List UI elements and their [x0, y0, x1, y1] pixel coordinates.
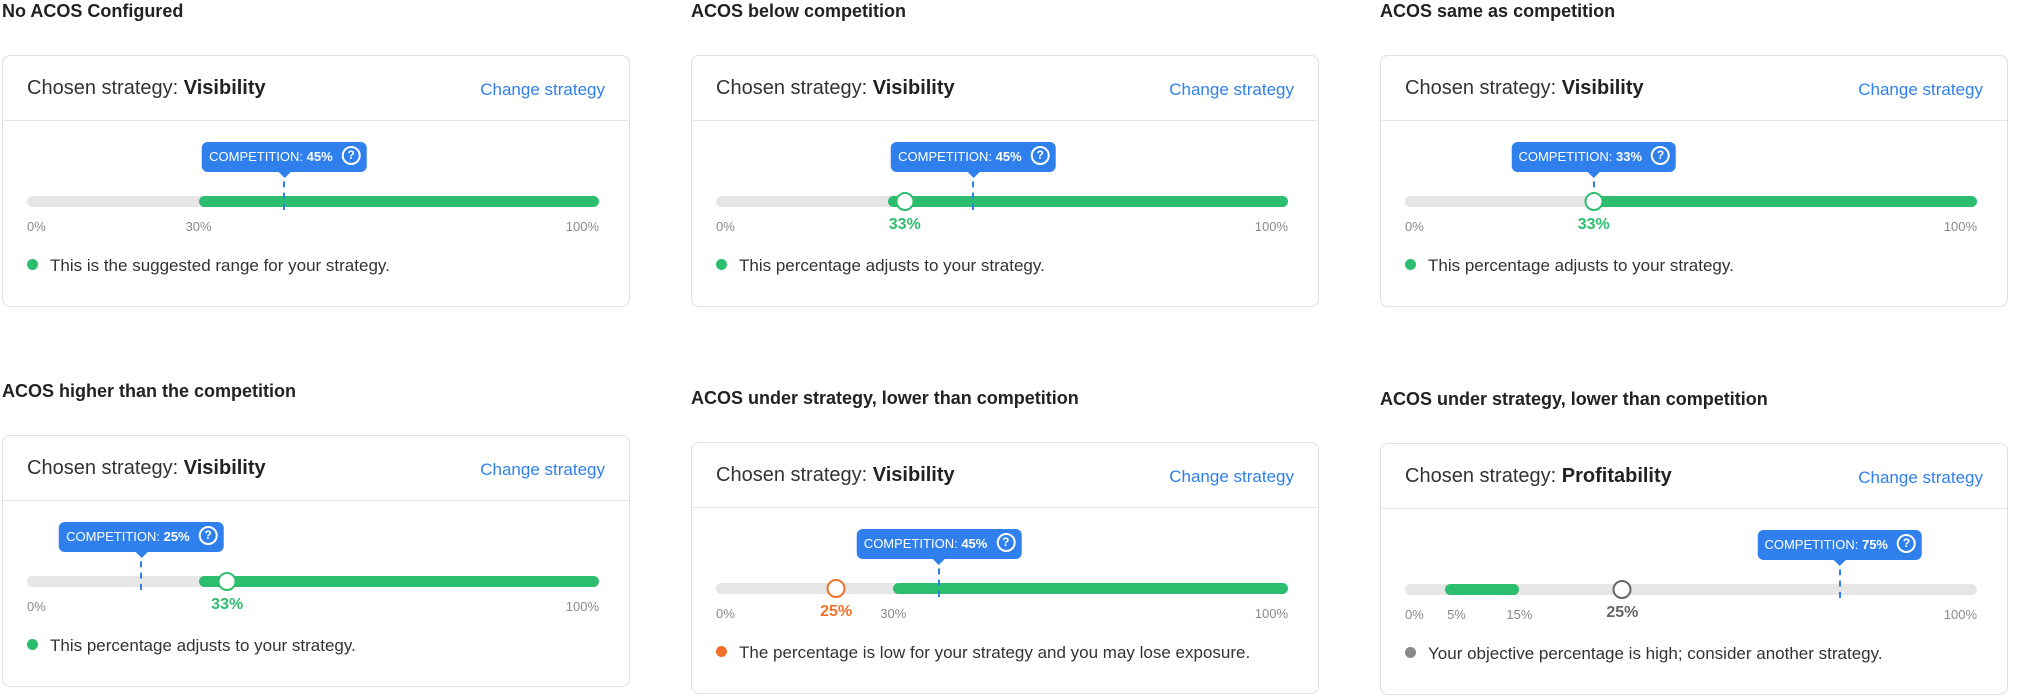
competition-value: 45%	[961, 536, 988, 551]
status-dot-icon	[1405, 259, 1416, 270]
suggested-range	[893, 583, 1288, 594]
acos-slider-handle[interactable]	[1612, 580, 1632, 599]
help-icon[interactable]: ?	[996, 533, 1016, 552]
competition-tooltip: COMPETITION: 45%?	[856, 529, 1022, 565]
competition-label: COMPETITION:	[863, 536, 958, 551]
status-message: This percentage adjusts to your strategy…	[716, 256, 1045, 276]
tick-label: 15%	[1506, 607, 1533, 622]
competition-tooltip: COMPETITION: 45%?	[891, 142, 1056, 178]
section-title: ACOS same as competition	[1380, 1, 1616, 21]
competition-tooltip: COMPETITION: 45%?	[202, 142, 367, 178]
strategy-card: Chosen strategy: Visibility Change strate…	[691, 442, 1319, 694]
status-message-text: This is the suggested range for your str…	[50, 256, 390, 275]
competition-label: COMPETITION:	[1518, 149, 1613, 164]
section-title: No ACOS Configured	[2, 1, 184, 21]
suggested-range	[1588, 196, 1977, 207]
acos-value: 33%	[1577, 216, 1610, 233]
competition-tooltip: COMPETITION: 33%?	[1511, 142, 1677, 178]
status-dot-icon	[1405, 647, 1416, 658]
section-title: ACOS below competition	[691, 1, 907, 21]
competition-label: COMPETITION:	[1764, 537, 1859, 552]
status-message: This percentage adjusts to your strategy…	[27, 636, 356, 656]
acos-slider-handle[interactable]	[217, 572, 237, 591]
status-dot-icon	[716, 646, 727, 657]
tick-label: 100%	[1943, 219, 1977, 234]
competition-tooltip: COMPETITION: 25%?	[59, 522, 224, 558]
suggested-range	[198, 576, 599, 587]
status-message: This percentage adjusts to your strategy…	[1405, 256, 1734, 276]
status-dot-icon	[27, 259, 38, 270]
competition-value: 45%	[995, 149, 1022, 164]
section-title: ACOS higher than the competition	[2, 381, 297, 401]
status-message-text: The percentage is low for your strategy …	[739, 643, 1251, 662]
status-message-text: Your objective percentage is high; consi…	[1428, 644, 1883, 663]
tick-label: 0%	[27, 219, 46, 234]
strategy-card: Chosen strategy: Visibility Change strate…	[2, 55, 630, 307]
tick-label: 0%	[1405, 219, 1424, 234]
status-message-text: This percentage adjusts to your strategy…	[739, 256, 1045, 275]
help-icon[interactable]: ?	[341, 146, 361, 165]
competition-label: COMPETITION:	[209, 149, 304, 164]
acos-value: 25%	[1606, 604, 1639, 621]
help-icon[interactable]: ?	[1030, 146, 1050, 165]
status-message-text: This percentage adjusts to your strategy…	[50, 636, 356, 655]
status-message: This is the suggested range for your str…	[27, 256, 390, 276]
strategy-card: Chosen strategy: Profitability Change str…	[1380, 443, 2008, 695]
competition-value: 33%	[1615, 149, 1643, 164]
competition-tooltip: COMPETITION: 75%?	[1757, 530, 1922, 566]
tick-label: 5%	[1447, 607, 1466, 622]
tick-label: 100%	[565, 219, 599, 234]
status-message: Your objective percentage is high; consi…	[1405, 644, 1883, 664]
status-message: The percentage is low for your strategy …	[716, 643, 1250, 663]
tick-label: 100%	[1943, 607, 1977, 622]
acos-value: 33%	[211, 596, 244, 613]
suggested-range	[198, 196, 599, 207]
competition-value: 25%	[163, 529, 190, 544]
tick-label: 0%	[27, 599, 46, 614]
tick-label: 0%	[1405, 607, 1424, 622]
help-icon[interactable]: ?	[1896, 534, 1916, 553]
tick-label: 100%	[565, 599, 599, 614]
suggested-range	[887, 196, 1288, 207]
acos-value: 33%	[888, 216, 921, 233]
competition-label: COMPETITION:	[66, 529, 161, 544]
strategy-card: Chosen strategy: Visibility Change strate…	[691, 55, 1319, 307]
strategy-card: Chosen strategy: Visibility Change strate…	[2, 435, 630, 687]
competition-label: COMPETITION:	[898, 149, 993, 164]
tick-label: 30%	[880, 606, 907, 621]
help-icon[interactable]: ?	[1651, 146, 1671, 165]
status-dot-icon	[716, 259, 727, 270]
acos-value: 25%	[820, 603, 853, 620]
tick-label: 100%	[1254, 606, 1288, 621]
strategy-card: Chosen strategy: Visibility Change strate…	[1380, 55, 2008, 307]
tick-label: 30%	[185, 219, 212, 234]
competition-value: 75%	[1861, 537, 1888, 552]
help-icon[interactable]: ?	[198, 526, 218, 545]
tick-label: 100%	[1254, 219, 1288, 234]
acos-slider-handle[interactable]	[1584, 192, 1604, 211]
tick-label: 0%	[716, 219, 735, 234]
section-title: ACOS under strategy, lower than competit…	[1380, 389, 1768, 409]
competition-value: 45%	[306, 149, 333, 164]
status-dot-icon	[27, 639, 38, 650]
tick-label: 0%	[716, 606, 735, 621]
status-message-text: This percentage adjusts to your strategy…	[1428, 256, 1734, 275]
section-title: ACOS under strategy, lower than competit…	[691, 388, 1079, 408]
acos-slider-handle[interactable]	[895, 192, 915, 211]
acos-slider-handle[interactable]	[826, 579, 846, 598]
suggested-range	[1445, 584, 1520, 595]
